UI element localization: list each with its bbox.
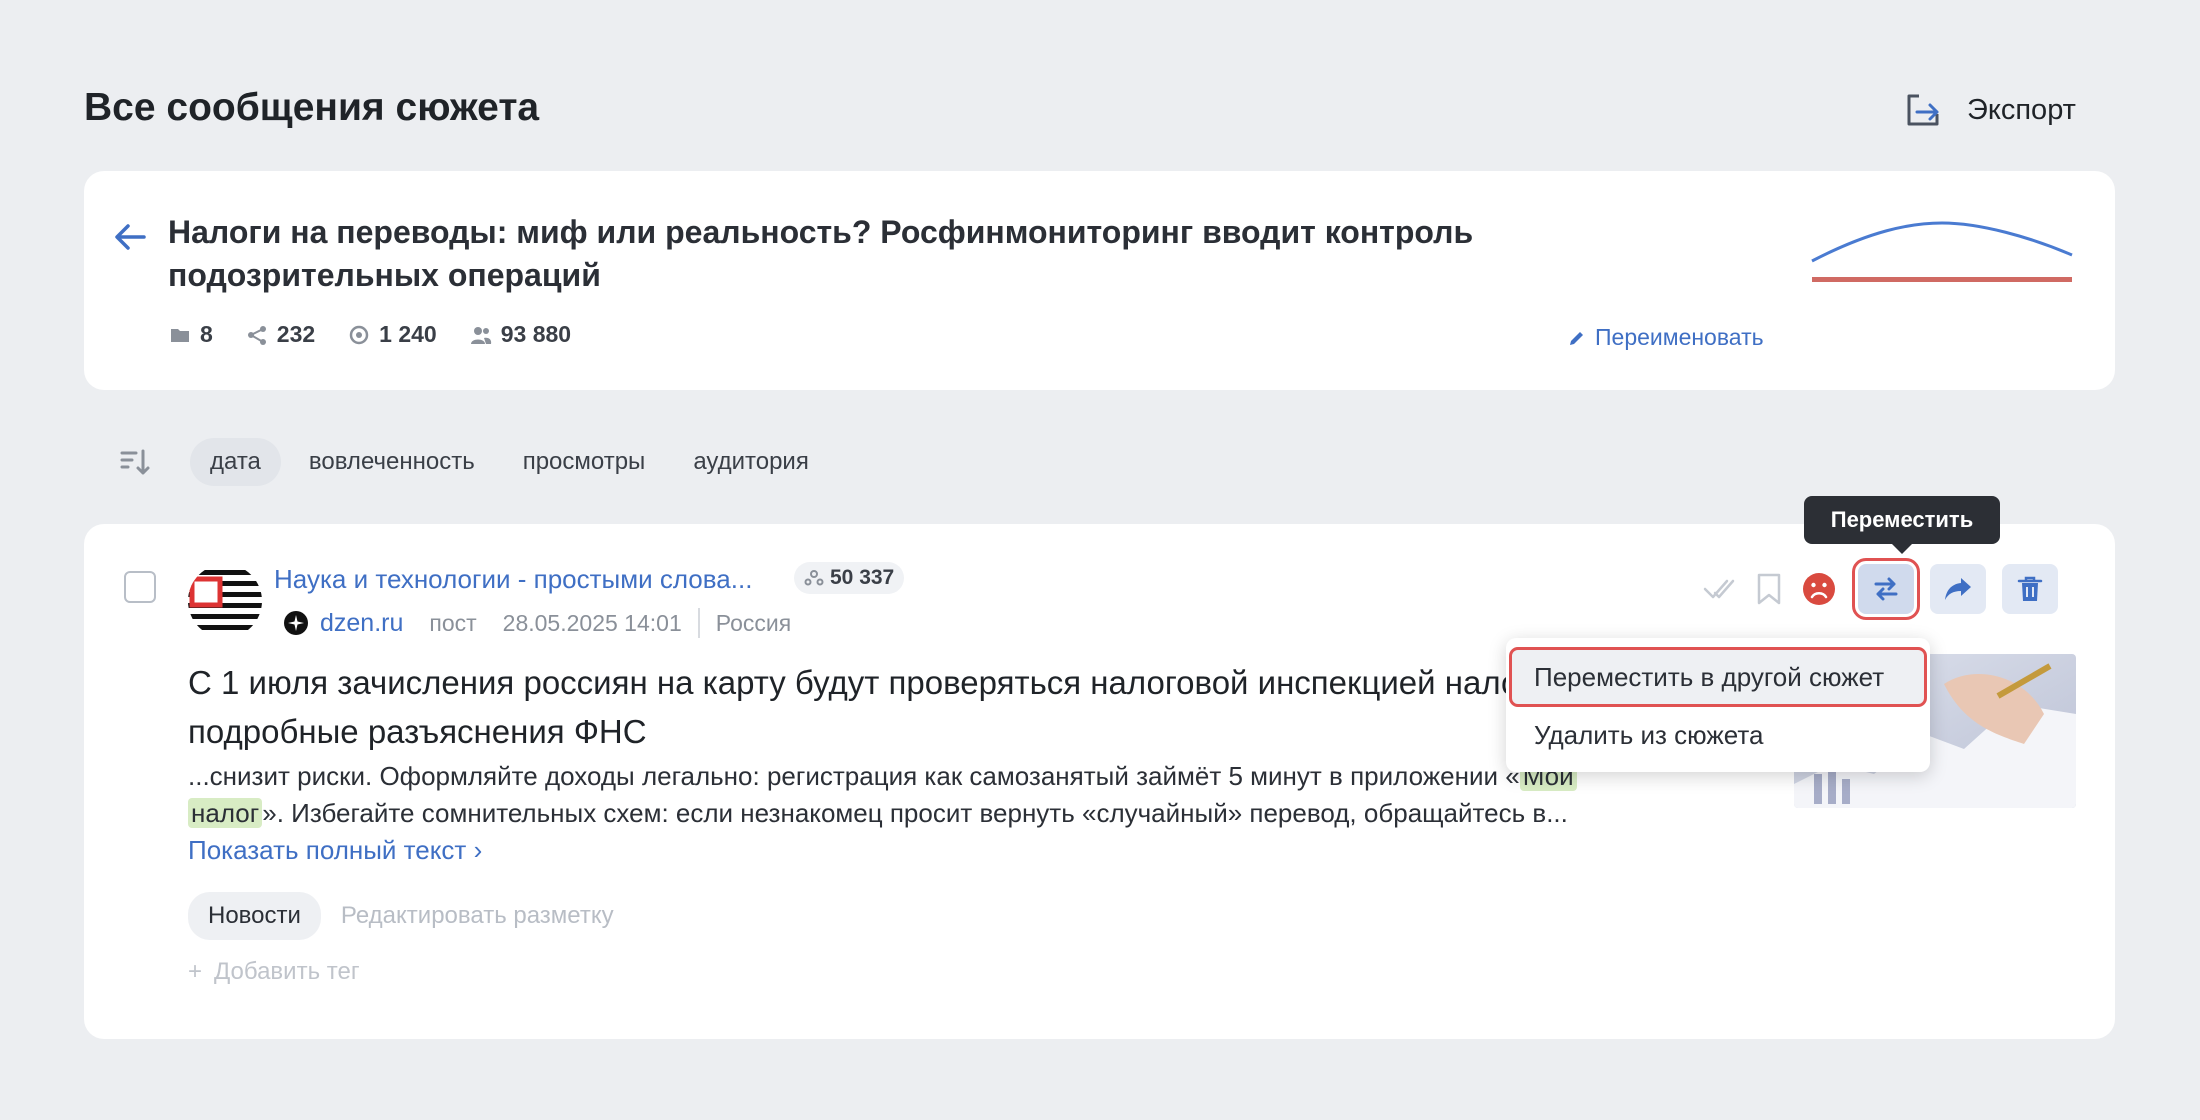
- swap-arrows-icon: [1874, 577, 1898, 601]
- page-title: Все сообщения сюжета: [84, 86, 540, 129]
- sad-face-icon: [1803, 573, 1835, 605]
- rename-button[interactable]: Переименовать: [1567, 324, 1764, 351]
- tag-chip[interactable]: Новости: [188, 892, 321, 940]
- add-tag-button[interactable]: + Добавить тег: [188, 958, 360, 986]
- export-button[interactable]: Экспорт: [1903, 86, 2076, 134]
- story-stats: 8 232 1 240 93 880: [168, 321, 571, 348]
- post-excerpt: ...снизит риски. Оформляйте доходы легал…: [188, 758, 1668, 869]
- audience-count: 93 880: [500, 321, 572, 347]
- folder-icon: [171, 328, 189, 342]
- move-button[interactable]: [1852, 558, 1920, 620]
- audience-icon: [804, 570, 824, 586]
- source-avatar: [188, 564, 262, 638]
- sentiment-bar: [1812, 277, 2072, 282]
- dzen-logo-icon: [284, 611, 308, 635]
- posts-count: 8: [200, 321, 213, 347]
- back-arrow-icon[interactable]: [112, 219, 148, 255]
- post-title: С 1 июля зачисления россиян на карту буд…: [188, 664, 1581, 750]
- story-sparkline: [1811, 221, 2073, 282]
- post-type: пост: [429, 609, 477, 636]
- story-card: Налоги на переводы: миф или реальность? …: [84, 171, 2115, 390]
- views-stat: 1 240: [347, 321, 437, 348]
- story-title: Налоги на переводы: миф или реальность? …: [168, 214, 1474, 293]
- mark-read-button[interactable]: [1694, 564, 1744, 614]
- delete-button[interactable]: [2002, 564, 2058, 614]
- menu-item-remove-from-story[interactable]: Удалить из сюжета: [1512, 708, 1924, 762]
- post-region: Россия: [715, 609, 792, 636]
- bookmark-button[interactable]: [1744, 564, 1794, 614]
- export-icon: [1907, 94, 1939, 126]
- views-count: 1 240: [379, 321, 437, 347]
- source-audience-value: 50 337: [830, 566, 895, 589]
- forward-button[interactable]: [1930, 564, 1986, 614]
- highlight-keyword: налог: [188, 798, 263, 828]
- post-date: 28.05.2025 14:01: [502, 609, 682, 636]
- sentiment-button[interactable]: [1794, 564, 1844, 614]
- share-icon: [247, 325, 266, 345]
- double-check-icon: [1703, 579, 1735, 599]
- sort-option-date[interactable]: дата: [190, 438, 281, 486]
- excerpt-text-2: ». Избегайте сомнительных схем: если нез…: [262, 798, 1568, 828]
- trash-icon: [2017, 576, 2043, 601]
- show-full-text-link[interactable]: Показать полный текст ›: [188, 835, 482, 865]
- post-card: Наука и технологии - простыми слова... 5…: [84, 524, 2115, 1039]
- eye-icon: [349, 325, 369, 344]
- move-dropdown-menu: Переместить в другой сюжет Удалить из сю…: [1506, 638, 1930, 772]
- menu-item-move-to-story[interactable]: Переместить в другой сюжет: [1509, 647, 1927, 707]
- plus-icon: +: [188, 958, 203, 985]
- add-tag-label: Добавить тег: [214, 958, 360, 985]
- post-checkbox[interactable]: [124, 571, 156, 603]
- sort-option-audience[interactable]: аудитория: [673, 438, 829, 486]
- rename-label: Переименовать: [1595, 324, 1764, 350]
- show-full-text-label: Показать полный текст: [188, 835, 467, 865]
- sort-bar: дата вовлеченность просмотры аудитория: [118, 438, 837, 486]
- sort-option-views[interactable]: просмотры: [503, 438, 666, 486]
- move-tooltip: Переместить: [1804, 496, 2000, 554]
- source-audience-badge: 50 337: [794, 562, 905, 594]
- reposts-count: 232: [276, 321, 316, 347]
- reposts-stat: 232: [245, 321, 315, 348]
- sort-icon[interactable]: [118, 445, 152, 479]
- tag-row: Новости Редактировать разметку: [188, 892, 614, 940]
- bookmark-icon: [1757, 573, 1781, 605]
- source-name-link[interactable]: Наука и технологии - простыми слова...: [274, 564, 752, 595]
- post-actions: [1694, 558, 2058, 620]
- edit-markup-link[interactable]: Редактировать разметку: [341, 902, 614, 930]
- export-label: Экспорт: [1967, 93, 2076, 126]
- forward-arrow-icon: [1945, 578, 1971, 600]
- audience-stat: 93 880: [469, 321, 571, 348]
- meta-divider: [697, 608, 700, 638]
- users-icon: [470, 326, 491, 344]
- sort-option-engagement[interactable]: вовлеченность: [289, 438, 495, 486]
- pencil-icon: [1570, 331, 1583, 345]
- post-domain-link[interactable]: dzen.ru: [320, 609, 403, 638]
- posts-count-stat: 8: [168, 321, 213, 348]
- post-meta: dzen.ru пост 28.05.2025 14:01 Россия: [284, 608, 791, 638]
- chevron-right-icon: ›: [473, 835, 483, 865]
- excerpt-text-1: ...снизит риски. Оформляйте доходы легал…: [188, 761, 1520, 791]
